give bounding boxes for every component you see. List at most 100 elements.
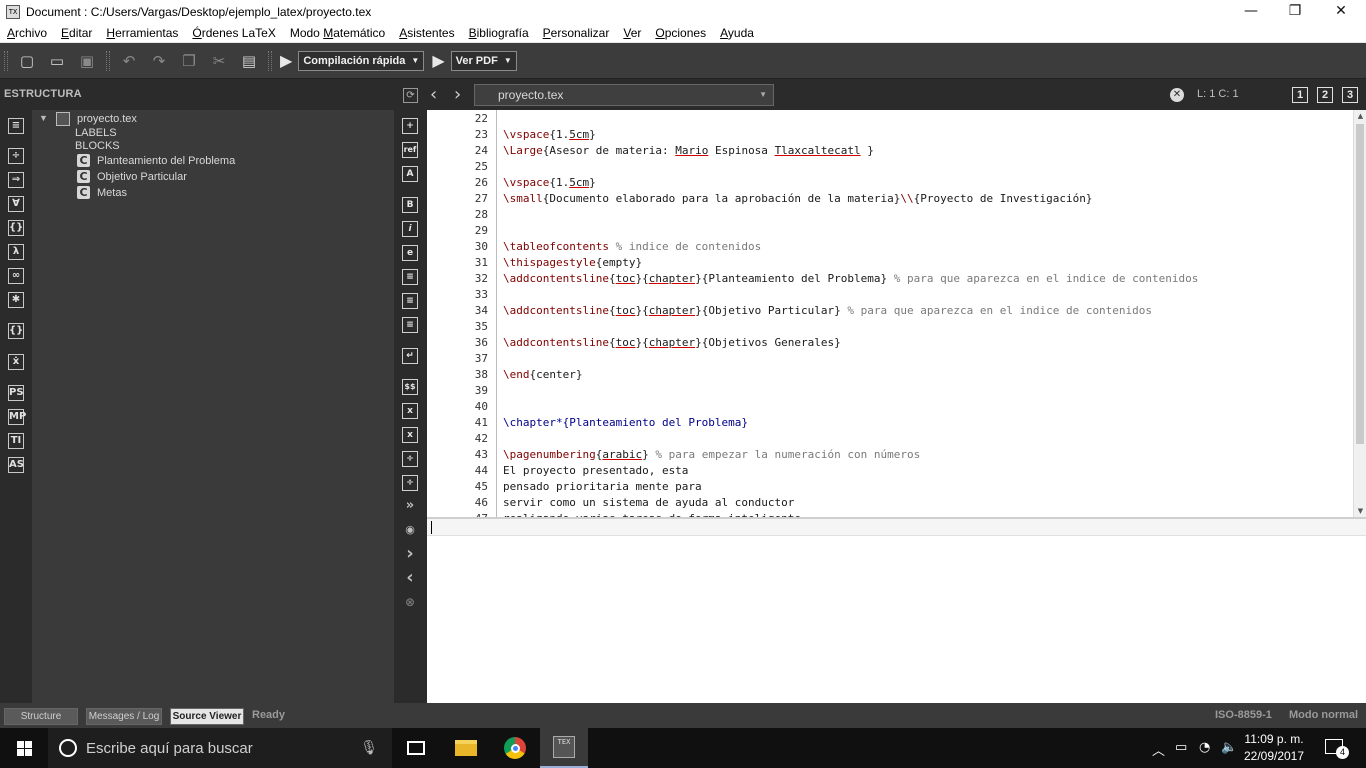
align-center-icon[interactable]: ≡ xyxy=(402,293,418,309)
font-size-icon[interactable]: A xyxy=(402,166,418,182)
ref-icon[interactable]: ref xyxy=(402,142,418,158)
code-line[interactable]: pensado prioritaria mente para xyxy=(503,480,702,493)
code-line[interactable]: \small{Documento elaborado para la aprob… xyxy=(503,192,1092,205)
tree-chapter-item[interactable]: Metas xyxy=(97,187,127,199)
code-line[interactable]: \vspace{1.5cm} xyxy=(503,128,596,141)
delimiters-icon[interactable]: {} xyxy=(8,220,24,236)
code-line[interactable]: \tableofcontents % indice de contenidos xyxy=(503,240,761,253)
menu-opciones[interactable]: Opciones xyxy=(648,26,713,40)
compile-select[interactable]: Compilación rápida ▼ xyxy=(298,50,425,71)
code-line[interactable]: \addcontentsline{toc}{chapter}{Planteami… xyxy=(503,272,1198,285)
texmaker-taskbar-button[interactable]: TEX xyxy=(540,728,588,768)
file-explorer-button[interactable] xyxy=(442,728,490,768)
dfrac-icon[interactable]: ÷ xyxy=(402,475,418,491)
open-documents-select[interactable]: proyecto.tex ▼ xyxy=(474,84,774,106)
close-document-icon[interactable]: ✕ xyxy=(1170,88,1184,102)
previous-arrow-icon[interactable]: ‹ xyxy=(402,569,418,587)
code-line[interactable]: \end{center} xyxy=(503,368,582,381)
menu-personalizar[interactable]: Personalizar xyxy=(536,26,617,40)
new-line-icon[interactable]: ↵ xyxy=(402,348,418,364)
menu-herramientas[interactable]: Herramientas xyxy=(99,26,185,40)
italic-icon[interactable]: i xyxy=(402,221,418,237)
code-line[interactable]: \pagenumbering{arabic} % para empezar la… xyxy=(503,448,920,461)
redo-icon[interactable]: ↷ xyxy=(148,50,170,72)
tree-chapter-item[interactable]: Objetivo Particular xyxy=(97,171,187,183)
infinity-symbols-icon[interactable]: ∞ xyxy=(8,268,24,284)
log-panel[interactable] xyxy=(427,517,1366,703)
menu-bibliografia[interactable]: Bibliografía xyxy=(462,26,536,40)
inline-math-icon[interactable]: $$ xyxy=(402,379,418,395)
greek-letters-icon[interactable]: λ xyxy=(8,244,24,260)
asymptote-icon[interactable]: AS xyxy=(8,457,24,473)
code-area[interactable]: \vspace{1.5cm} \Large{Asesor de materia: … xyxy=(503,110,1353,517)
align-left-icon[interactable]: ≡ xyxy=(402,269,418,285)
run-compile-icon[interactable]: ▶ xyxy=(280,51,292,70)
code-line[interactable]: \addcontentsline{toc}{chapter}{Objetivos… xyxy=(503,336,841,349)
code-line[interactable]: \addcontentsline{toc}{chapter}{Objetivo … xyxy=(503,304,1152,317)
refresh-structure-icon[interactable]: ⟳ xyxy=(403,88,418,103)
previous-document-icon[interactable]: ‹ xyxy=(430,84,437,105)
operators-icon[interactable]: ✱ xyxy=(8,292,24,308)
wifi-icon[interactable]: ◔ xyxy=(1199,740,1210,755)
save-icon[interactable]: ▣ xyxy=(76,50,98,72)
add-item-icon[interactable]: + xyxy=(402,118,418,134)
log-input[interactable] xyxy=(427,519,1366,536)
open-folder-icon[interactable]: ▭ xyxy=(46,50,68,72)
task-view-button[interactable] xyxy=(392,728,440,768)
menu-modo-matematico[interactable]: Modo Matemático xyxy=(283,26,392,40)
collapse-icon[interactable]: ▼ xyxy=(39,113,48,123)
copy-icon[interactable]: ❐ xyxy=(178,50,200,72)
encoding-indicator[interactable]: ISO-8859-1 xyxy=(1215,709,1272,721)
messages-log-tab-button[interactable]: Messages / Log xyxy=(86,708,162,725)
microphone-icon[interactable]: 🎙 xyxy=(360,740,378,756)
tree-chapter-item[interactable]: Planteamiento del Problema xyxy=(97,155,235,167)
align-right-icon[interactable]: ≡ xyxy=(402,317,418,333)
arrow-symbols-icon[interactable]: ⇒ xyxy=(8,172,24,188)
menu-asistentes[interactable]: Asistentes xyxy=(392,26,461,40)
relation-symbols-icon[interactable]: ÷ xyxy=(8,148,24,164)
undo-icon[interactable]: ↶ xyxy=(118,50,140,72)
emphasis-icon[interactable]: e xyxy=(402,245,418,261)
scroll-down-icon[interactable]: ▼ xyxy=(1354,505,1366,517)
eye-icon[interactable]: ◉ xyxy=(402,523,418,539)
expand-more-icon[interactable]: » xyxy=(402,499,418,515)
code-line[interactable]: El proyecto presentado, esta xyxy=(503,464,688,477)
battery-icon[interactable]: ▭ xyxy=(1175,740,1187,755)
view-button-3[interactable]: 3 xyxy=(1342,87,1358,103)
cut-icon[interactable]: ✂ xyxy=(208,50,230,72)
stop-icon[interactable]: ⊗ xyxy=(402,595,418,611)
code-line[interactable]: \vspace{1.5cm} xyxy=(503,176,596,189)
code-line[interactable]: servir como un sistema de ayuda al condu… xyxy=(503,496,794,509)
code-editor[interactable]: 22 23 24 25 26 27 28 29 30 31 32 33 34 35 36 37 38 39 40 41… xyxy=(427,110,1366,517)
tree-labels[interactable]: LABELS xyxy=(75,127,117,139)
scrollbar-thumb[interactable] xyxy=(1356,124,1364,444)
menu-editar[interactable]: Editar xyxy=(54,26,99,40)
run-view-icon[interactable]: ▶ xyxy=(432,51,444,70)
view-select[interactable]: Ver PDF ▼ xyxy=(450,50,517,71)
bold-icon[interactable]: B xyxy=(402,197,418,213)
source-viewer-tab-button[interactable]: Source Viewer xyxy=(170,708,244,725)
pstricks-icon[interactable]: PS xyxy=(8,385,24,401)
menu-ver[interactable]: Ver xyxy=(616,26,648,40)
structure-view-icon[interactable]: ≡ xyxy=(8,118,24,134)
code-line[interactable]: \chapter*{Planteamiento del Problema} xyxy=(503,416,748,429)
chrome-button[interactable] xyxy=(491,728,539,768)
code-line[interactable]: \Large{Asesor de materia: Mario Espinosa… xyxy=(503,144,874,157)
scroll-up-icon[interactable]: ▲ xyxy=(1354,110,1366,122)
structure-tab-button[interactable]: Structure xyxy=(4,708,78,725)
menu-ordenes-latex[interactable]: Órdenes LaTeX xyxy=(185,26,282,40)
maximize-button[interactable]: ❐ xyxy=(1272,0,1318,23)
tree-blocks[interactable]: BLOCKS xyxy=(75,140,120,152)
subscript-icon[interactable]: x xyxy=(402,403,418,419)
misc-symbols-icon[interactable]: ∀ xyxy=(8,196,24,212)
view-button-1[interactable]: 1 xyxy=(1292,87,1308,103)
next-arrow-icon[interactable]: › xyxy=(402,545,418,563)
metapost-icon[interactable]: MP xyxy=(8,409,26,425)
next-document-icon[interactable]: › xyxy=(454,84,461,105)
view-button-2[interactable]: 2 xyxy=(1317,87,1333,103)
code-line[interactable]: \thispagestyle{empty} xyxy=(503,256,642,269)
paste-icon[interactable]: ▤ xyxy=(238,50,260,72)
editor-scrollbar[interactable]: ▲ ▼ xyxy=(1353,110,1366,517)
user-commands-icon[interactable]: {} xyxy=(8,323,24,339)
show-hidden-icons-icon[interactable]: ︿ xyxy=(1152,740,1165,759)
